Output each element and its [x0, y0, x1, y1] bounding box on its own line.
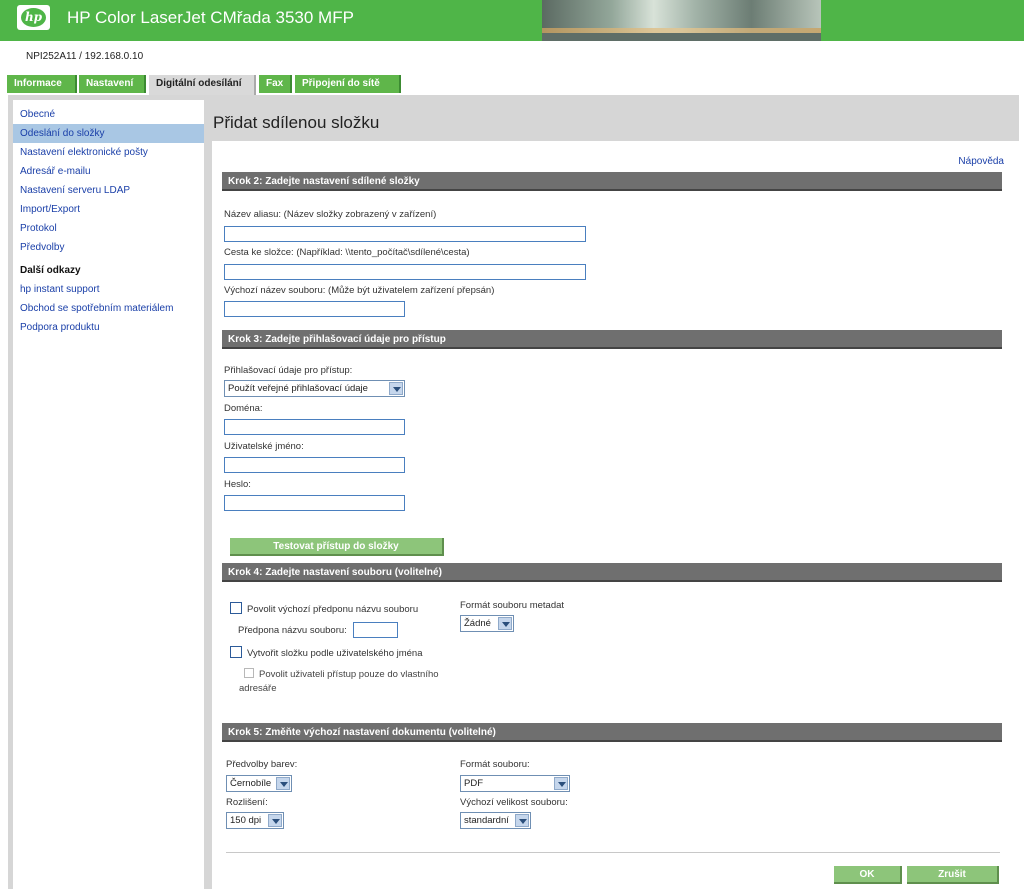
page-title: Přidat sdílenou složku	[213, 113, 380, 132]
metadata-format-label: Formát souboru metadat	[460, 600, 565, 611]
color-preference-label: Předvolby barev:	[226, 759, 298, 770]
tab-bar: Informace Nastavení Digitální odesílání …	[0, 75, 1024, 95]
file-format-select[interactable]: PDF	[460, 775, 570, 792]
step3-heading: Krok 3: Zadejte přihlašovací údaje pro p…	[222, 330, 1002, 349]
chevron-down-icon	[276, 777, 290, 790]
prefix-label: Předpona názvu souboru:	[238, 625, 347, 636]
file-format-value: PDF	[464, 778, 483, 789]
password-input[interactable]	[224, 495, 405, 511]
resolution-label: Rozlišení:	[226, 797, 268, 808]
user-folder-checkbox[interactable]	[230, 646, 242, 658]
prefix-input[interactable]	[353, 622, 398, 638]
cancel-button[interactable]: Zrušit	[907, 866, 999, 884]
device-id: NPI252A11 / 192.168.0.10	[26, 51, 144, 62]
path-label: Cesta ke složce: (Například: \\tento_poč…	[224, 247, 470, 258]
sidebar-item-import-export[interactable]: Import/Export	[13, 200, 204, 219]
sidebar-item-predvolby[interactable]: Předvolby	[13, 238, 204, 257]
credentials-select[interactable]: Použít veřejné přihlašovací údaje	[224, 380, 405, 397]
file-size-value: standardní	[464, 815, 509, 826]
restrict-access-label-line1: Povolit uživateli přístup pouze do vlast…	[259, 669, 439, 680]
restrict-access-label-line2: adresáře	[239, 683, 277, 694]
sidebar-item-obecne[interactable]: Obecné	[13, 105, 204, 124]
domain-input[interactable]	[224, 419, 405, 435]
resolution-select[interactable]: 150 dpi	[226, 812, 284, 829]
credentials-label: Přihlašovací údaje pro přístup:	[224, 365, 353, 376]
link-hp-instant-support[interactable]: hp instant support	[13, 280, 204, 299]
other-links-heading: Další odkazy	[20, 265, 81, 276]
user-folder-label: Vytvořit složku podle uživatelského jmén…	[247, 648, 423, 659]
step2-heading: Krok 2: Zadejte nastavení sdílené složky	[222, 172, 1002, 191]
color-preference-select[interactable]: Černobíle	[226, 775, 292, 792]
step5-heading: Krok 5: Změňte výchozí nastavení dokumen…	[222, 723, 1002, 742]
sidebar-item-odeslani-do-slozky[interactable]: Odeslání do složky	[13, 124, 204, 143]
domain-label: Doména:	[224, 403, 263, 414]
path-input[interactable]	[224, 264, 586, 280]
product-title: HP Color LaserJet CMřada 3530 MFP	[67, 8, 354, 27]
sidebar-item-nastaveni-serveru-ldap[interactable]: Nastavení serveru LDAP	[13, 181, 204, 200]
header-photo	[542, 0, 821, 41]
metadata-format-select[interactable]: Žádné	[460, 615, 514, 632]
hp-logo: hp	[17, 5, 50, 30]
link-obchod-spotrebni-material[interactable]: Obchod se spotřebním materiálem	[13, 299, 204, 318]
filename-label: Výchozí název souboru: (Může být uživate…	[224, 285, 495, 296]
filename-input[interactable]	[224, 301, 405, 317]
tab-informace[interactable]: Informace	[7, 75, 77, 93]
prefix-checkbox-label: Povolit výchozí předponu názvu souboru	[247, 604, 419, 615]
password-label: Heslo:	[224, 479, 251, 490]
color-preference-value: Černobíle	[230, 778, 272, 789]
chevron-down-icon	[515, 814, 529, 827]
main-content: Nápověda Krok 2: Zadejte nastavení sdíle…	[212, 141, 1020, 889]
file-format-label: Formát souboru:	[460, 759, 530, 770]
chevron-down-icon	[389, 382, 403, 395]
prefix-checkbox[interactable]	[230, 602, 242, 614]
sidebar: Obecné Odeslání do složky Nastavení elek…	[13, 100, 204, 889]
alias-label: Název aliasu: (Název složky zobrazený v …	[224, 209, 437, 220]
step4-heading: Krok 4: Zadejte nastavení souboru (volit…	[222, 563, 1002, 582]
sidebar-item-adresar-e-mailu[interactable]: Adresář e-mailu	[13, 162, 204, 181]
tab-pripojeni-do-site[interactable]: Připojení do sítě	[295, 75, 401, 93]
ok-button[interactable]: OK	[834, 866, 902, 884]
divider	[226, 852, 1000, 853]
credentials-select-value: Použít veřejné přihlašovací údaje	[228, 383, 368, 394]
header-photo-floor	[542, 33, 821, 41]
hp-logo-mark: hp	[21, 8, 46, 27]
restrict-access-checkbox[interactable]	[244, 668, 254, 678]
sidebar-item-nastaveni-elektronicke-posty[interactable]: Nastavení elektronické pošty	[13, 143, 204, 162]
link-podpora-produktu[interactable]: Podpora produktu	[13, 318, 204, 337]
tab-nastaveni[interactable]: Nastavení	[79, 75, 146, 93]
chevron-down-icon	[554, 777, 568, 790]
file-size-select[interactable]: standardní	[460, 812, 531, 829]
username-label: Uživatelské jméno:	[224, 441, 304, 452]
username-input[interactable]	[224, 457, 405, 473]
tab-digitalni-odesilani[interactable]: Digitální odesílání	[149, 75, 256, 95]
sidebar-item-protokol[interactable]: Protokol	[13, 219, 204, 238]
chevron-down-icon	[268, 814, 282, 827]
header-bar: hp HP Color LaserJet CMřada 3530 MFP	[0, 0, 1024, 41]
alias-input[interactable]	[224, 226, 586, 242]
resolution-value: 150 dpi	[230, 815, 262, 826]
test-folder-access-button[interactable]: Testovat přístup do složky	[230, 538, 444, 556]
metadata-format-value: Žádné	[464, 618, 491, 629]
chevron-down-icon	[498, 617, 512, 630]
tab-fax[interactable]: Fax	[259, 75, 292, 93]
file-size-label: Výchozí velikost souboru:	[460, 797, 568, 808]
help-link[interactable]: Nápověda	[958, 156, 1004, 167]
